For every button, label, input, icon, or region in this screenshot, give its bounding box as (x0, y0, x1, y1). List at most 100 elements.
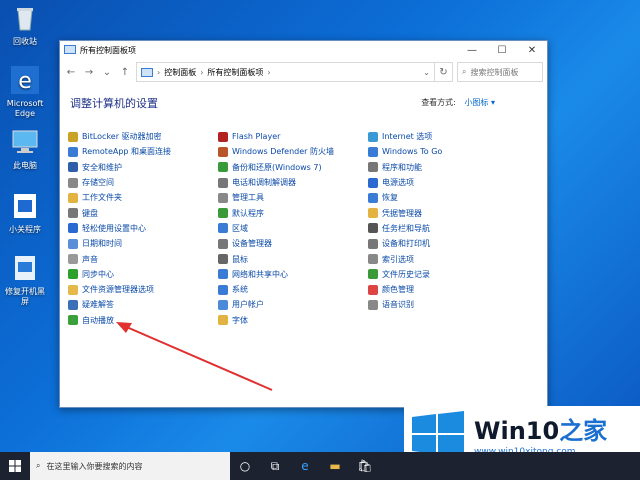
desktop-icon-repair[interactable]: 修复开机黑屏 (2, 254, 48, 307)
control-panel-item[interactable]: 默认程序 (218, 205, 368, 220)
control-panel-item-icon (218, 162, 228, 173)
control-panel-item-label: 区域 (232, 223, 248, 233)
control-panel-item[interactable]: Flash Player (218, 129, 368, 144)
control-panel-item[interactable]: 用户帐户 (218, 297, 368, 312)
control-panel-item[interactable]: 网络和共享中心 (218, 267, 368, 282)
file-explorer-icon[interactable]: ▬ (320, 452, 350, 480)
desktop-icon-label: Microsoft Edge (6, 99, 44, 118)
control-panel-item[interactable]: 轻松使用设置中心 (68, 221, 218, 236)
search-placeholder: 搜索控制面板 (470, 67, 519, 77)
task-view-icon[interactable]: ⧉ (260, 452, 290, 480)
control-panel-item[interactable]: 语音识别 (368, 297, 518, 312)
control-panel-item[interactable]: 区域 (218, 221, 368, 236)
control-panel-item[interactable]: 任务栏和导航 (368, 221, 518, 236)
control-panel-item[interactable]: 电源选项 (368, 175, 518, 190)
address-bar[interactable]: › 控制面板 › 所有控制面板项 › ⌄ (136, 62, 435, 82)
search-icon: ⌕ (36, 461, 41, 470)
control-panel-item-icon (68, 254, 78, 265)
control-panel-item-label: 任务栏和导航 (382, 223, 430, 233)
control-panel-item[interactable]: RemoteApp 和桌面连接 (68, 144, 218, 159)
control-panel-item[interactable]: 存储空间 (68, 175, 218, 190)
recent-chevron-icon[interactable]: ⌄ (100, 67, 114, 78)
control-panel-item[interactable]: 设备和打印机 (368, 236, 518, 251)
computer-icon (12, 130, 38, 153)
breadcrumb-item[interactable]: 所有控制面板项 (207, 67, 263, 78)
control-panel-item-icon (68, 269, 78, 280)
control-panel-item[interactable]: 备份和还原(Windows 7) (218, 160, 368, 175)
control-panel-item-label: 文件历史记录 (382, 269, 430, 279)
up-arrow-icon[interactable]: ↑ (118, 67, 132, 78)
control-panel-item[interactable]: 工作文件夹 (68, 190, 218, 205)
control-panel-item-label: Windows Defender 防火墙 (232, 147, 334, 157)
control-panel-item-icon (218, 254, 228, 265)
title-bar[interactable]: 所有控制面板项 — ☐ ✕ (60, 41, 547, 59)
desktop-icon-computer[interactable]: 此电脑 (2, 128, 48, 171)
control-panel-item[interactable]: 恢复 (368, 190, 518, 205)
control-panel-item[interactable]: 电话和调制解调器 (218, 175, 368, 190)
back-arrow-icon[interactable]: ← (64, 67, 78, 78)
page-title: 调整计算机的设置 (70, 97, 158, 110)
control-panel-item-icon (68, 162, 78, 173)
breadcrumb-chevron-icon: › (267, 67, 271, 77)
maximize-button[interactable]: ☐ (487, 41, 517, 59)
start-button[interactable] (0, 452, 30, 480)
control-panel-small-icon (141, 67, 153, 77)
control-panel-item[interactable]: 字体 (218, 313, 368, 328)
control-panel-item-icon (368, 284, 378, 295)
edge-taskbar-icon[interactable]: e (290, 452, 320, 480)
minimize-button[interactable]: — (457, 41, 487, 59)
control-panel-item[interactable]: 日期和时间 (68, 236, 218, 251)
breadcrumb-item[interactable]: 控制面板 (164, 67, 196, 78)
control-panel-item-icon (218, 284, 228, 295)
close-button[interactable]: ✕ (517, 41, 547, 59)
windows-logo-icon (412, 411, 464, 457)
control-panel-item-icon (68, 284, 78, 295)
view-by-dropdown[interactable]: 小图标 ▾ (464, 98, 495, 107)
desktop-icon-app[interactable]: 小关程序 (2, 192, 48, 235)
control-panel-item-label: 管理工具 (232, 193, 264, 203)
control-panel-item[interactable]: Windows Defender 防火墙 (218, 144, 368, 159)
control-panel-item[interactable]: 索引选项 (368, 251, 518, 266)
control-panel-item[interactable]: Windows To Go (368, 144, 518, 159)
desktop-icon-edge[interactable]: e Microsoft Edge (2, 66, 48, 119)
control-panel-item[interactable]: 文件历史记录 (368, 267, 518, 282)
control-panel-item-label: 备份和还原(Windows 7) (232, 162, 322, 172)
control-panel-item-label: 同步中心 (82, 269, 114, 279)
view-by-label: 查看方式: (421, 98, 456, 107)
address-dropdown-icon[interactable]: ⌄ (423, 68, 430, 77)
control-panel-item[interactable]: 程序和功能 (368, 160, 518, 175)
windows-start-icon (9, 460, 21, 472)
control-panel-item[interactable]: 同步中心 (68, 267, 218, 282)
desktop-icon-recycle-bin[interactable]: 回收站 (2, 4, 48, 47)
control-panel-item-label: 鼠标 (232, 254, 248, 264)
control-panel-item[interactable]: 安全和维护 (68, 160, 218, 175)
control-panel-item[interactable]: 自动播放 (68, 313, 218, 328)
forward-arrow-icon[interactable]: → (82, 67, 96, 78)
search-input[interactable]: ⌕ 搜索控制面板 (457, 62, 543, 82)
control-panel-item-icon (68, 146, 78, 157)
control-panel-item[interactable]: 键盘 (68, 205, 218, 220)
control-panel-item[interactable]: 凭据管理器 (368, 205, 518, 220)
control-panel-item-label: 系统 (232, 285, 248, 295)
cortana-icon[interactable]: ○ (230, 452, 260, 480)
control-panel-item[interactable]: 系统 (218, 282, 368, 297)
control-panel-item[interactable]: 疑难解答 (68, 297, 218, 312)
control-panel-item-icon (368, 146, 378, 157)
items-column-2: Flash Player Windows Defender 防火墙 备份和还原(Wi… (218, 129, 368, 328)
control-panel-item[interactable]: 颜色管理 (368, 282, 518, 297)
control-panel-item[interactable]: 管理工具 (218, 190, 368, 205)
control-panel-item-icon (218, 223, 228, 234)
control-panel-item[interactable]: Internet 选项 (368, 129, 518, 144)
control-panel-item[interactable]: 鼠标 (218, 251, 368, 266)
control-panel-item-label: 键盘 (82, 208, 98, 218)
control-panel-item-icon (368, 177, 378, 188)
taskbar-search-input[interactable]: ⌕ 在这里输入你要搜索的内容 (30, 452, 230, 480)
items-column-3: Internet 选项 Windows To Go 程序和功能 电源选项 恢复凭据管理器… (368, 129, 518, 313)
control-panel-item[interactable]: 文件资源管理器选项 (68, 282, 218, 297)
store-icon[interactable]: 🛍 (350, 452, 380, 480)
control-panel-item[interactable]: 声音 (68, 251, 218, 266)
control-panel-item[interactable]: BitLocker 驱动器加密 (68, 129, 218, 144)
refresh-icon[interactable]: ↻ (435, 62, 453, 82)
control-panel-item[interactable]: 设备管理器 (218, 236, 368, 251)
control-panel-item-label: 凭据管理器 (382, 208, 422, 218)
